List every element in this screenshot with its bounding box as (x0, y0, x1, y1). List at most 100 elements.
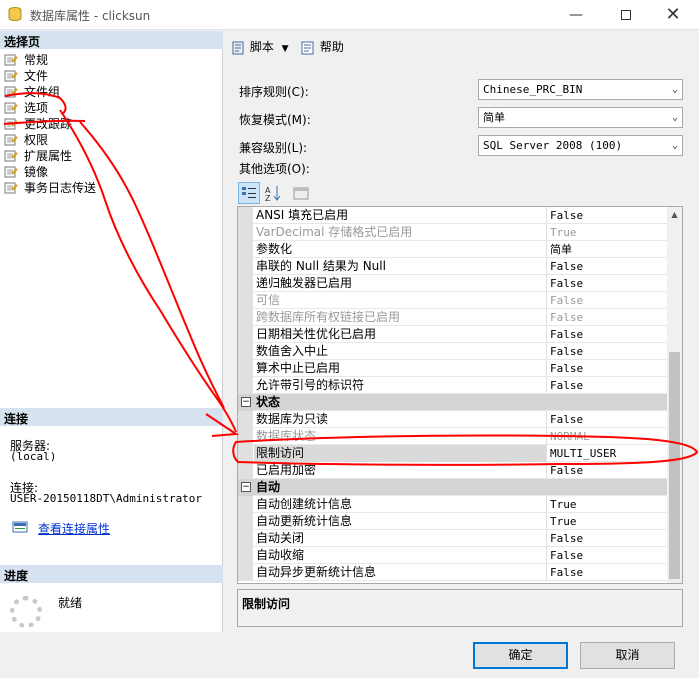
minimize-icon[interactable]: — (553, 0, 599, 30)
grid-row[interactable]: 自动关闭 False (238, 530, 668, 547)
property-value[interactable]: False (548, 343, 668, 360)
grid-category[interactable]: − 自动 (238, 479, 668, 496)
property-value[interactable]: False (548, 564, 668, 581)
help-button[interactable]: 帮助 (300, 36, 344, 58)
grid-row[interactable]: 参数化 简单 (238, 241, 668, 258)
grid-row[interactable]: 自动收缩 False (238, 547, 668, 564)
page-label: 事务日志传送 (24, 181, 97, 195)
scroll-up-icon[interactable]: ▲ (667, 207, 682, 222)
property-name: 数据库为只读 (254, 411, 547, 428)
property-name: 数据库状态 (254, 428, 547, 445)
property-value[interactable]: True (548, 513, 668, 530)
scroll-thumb[interactable] (669, 352, 680, 579)
page-label: 选项 (24, 101, 49, 115)
grid-row[interactable]: 数据库为只读 False (238, 411, 668, 428)
page-label: 镜像 (24, 165, 49, 179)
cancel-button[interactable]: 取消 (580, 642, 675, 669)
script-icon (232, 41, 244, 54)
dropdown-icon[interactable]: ▼ (282, 44, 289, 54)
property-value[interactable]: False (548, 547, 668, 564)
property-value[interactable]: False (548, 326, 668, 343)
maximize-icon[interactable] (603, 0, 649, 30)
property-value[interactable]: False (548, 275, 668, 292)
grid-row[interactable]: 自动创建统计信息 True (238, 496, 668, 513)
close-icon[interactable]: ✕ (650, 0, 696, 30)
property-name: 自动异步更新统计信息 (254, 564, 547, 581)
grid-row[interactable]: 递归触发器已启用 False (238, 275, 668, 292)
grid-row[interactable]: 日期相关性优化已启用 False (238, 326, 668, 343)
compat-label: 兼容级别(L): (239, 141, 308, 155)
property-value[interactable]: False (548, 377, 668, 394)
progress-header: 进度 (0, 565, 223, 583)
property-value[interactable]: False (548, 292, 668, 309)
collapse-icon[interactable]: − (241, 397, 251, 407)
grid-row[interactable]: 跨数据库所有权链接已启用 False (238, 309, 668, 326)
page-icon (4, 70, 18, 82)
page-item[interactable]: 文件组 (0, 84, 223, 100)
chevron-down-icon: ⌄ (671, 112, 678, 123)
chevron-down-icon: ⌄ (671, 140, 678, 151)
property-value[interactable]: False (548, 462, 668, 479)
property-value[interactable]: True (548, 224, 668, 241)
page-item[interactable]: 常规 (0, 52, 223, 68)
description-title: 限制访问 (242, 597, 291, 611)
grid-row[interactable]: 数值舍入中止 False (238, 343, 668, 360)
grid-row[interactable]: 数据库状态 NORMAL (238, 428, 668, 445)
script-label: 脚本 (249, 40, 274, 54)
collation-label: 排序规则(C): (239, 85, 309, 99)
property-value[interactable]: False (548, 411, 668, 428)
grid-row[interactable]: ANSI 填充已启用 False (238, 207, 668, 224)
view-connection-properties-link[interactable]: 查看连接属性 (38, 520, 110, 537)
grid-row[interactable]: 可信 False (238, 292, 668, 309)
select-page-header: 选择页 (0, 31, 223, 49)
page-item[interactable]: 更改跟踪 (0, 116, 223, 132)
property-name: ANSI 填充已启用 (254, 207, 547, 224)
property-value[interactable]: False (548, 207, 668, 224)
database-icon (8, 7, 22, 21)
property-value[interactable]: True (548, 496, 668, 513)
page-item[interactable]: 事务日志传送 (0, 180, 223, 196)
property-value[interactable]: MULTI_USER (548, 445, 668, 462)
grid-row[interactable]: 限制访问 MULTI_USER (238, 445, 668, 462)
page-list: 常规 文件 文件组 选项 更改跟踪 权限 扩展属性 镜像事务日志传送 (0, 52, 223, 196)
ok-button[interactable]: 确定 (473, 642, 568, 669)
recovery-select[interactable]: 简单 ⌄ (478, 107, 683, 128)
recovery-value: 简单 (483, 111, 505, 124)
property-grid[interactable]: ANSI 填充已启用 False VarDecimal 存储格式已启用 True 参数化… (237, 206, 683, 584)
grid-row[interactable]: 算术中止已启用 False (238, 360, 668, 377)
category-name: 状态 (256, 395, 281, 409)
property-name: 可信 (254, 292, 547, 309)
property-name: 日期相关性优化已启用 (254, 326, 547, 343)
grid-row[interactable]: 自动更新统计信息 True (238, 513, 668, 530)
grid-row[interactable]: VarDecimal 存储格式已启用 True (238, 224, 668, 241)
page-item[interactable]: 权限 (0, 132, 223, 148)
property-pages-icon[interactable] (290, 182, 312, 204)
page-label: 常规 (24, 53, 49, 67)
grid-row[interactable]: 允许带引号的标识符 False (238, 377, 668, 394)
property-value[interactable]: False (548, 258, 668, 275)
property-value[interactable]: False (548, 309, 668, 326)
alphabetical-icon[interactable]: AZ (262, 182, 284, 204)
grid-row[interactable]: 自动异步更新统计信息 False (238, 564, 668, 581)
categorized-icon[interactable] (238, 182, 260, 204)
property-name: 串联的 Null 结果为 Null (254, 258, 547, 275)
collapse-icon[interactable]: − (241, 482, 251, 492)
property-value[interactable]: 简单 (548, 241, 668, 258)
grid-row[interactable]: 已启用加密 False (238, 462, 668, 479)
property-value[interactable]: False (548, 530, 668, 547)
property-value[interactable]: False (548, 360, 668, 377)
grid-scrollbar[interactable]: ▲ (667, 207, 682, 583)
page-item[interactable]: 文件 (0, 68, 223, 84)
grid-category[interactable]: − 状态 (238, 394, 668, 411)
property-value[interactable]: NORMAL (548, 428, 668, 445)
script-button[interactable]: 脚本 ▼ (230, 36, 296, 58)
compat-select[interactable]: SQL Server 2008 (100) ⌄ (478, 135, 683, 156)
page-item[interactable]: 选项 (0, 100, 223, 116)
grid-row[interactable]: 串联的 Null 结果为 Null False (238, 258, 668, 275)
page-item[interactable]: 扩展属性 (0, 148, 223, 164)
connection-value: USER-20150118DT\Administrator (10, 492, 203, 505)
page-icon (4, 118, 18, 130)
page-item[interactable]: 镜像 (0, 164, 223, 180)
page-icon (4, 182, 18, 194)
collation-select[interactable]: Chinese_PRC_BIN ⌄ (478, 79, 683, 100)
